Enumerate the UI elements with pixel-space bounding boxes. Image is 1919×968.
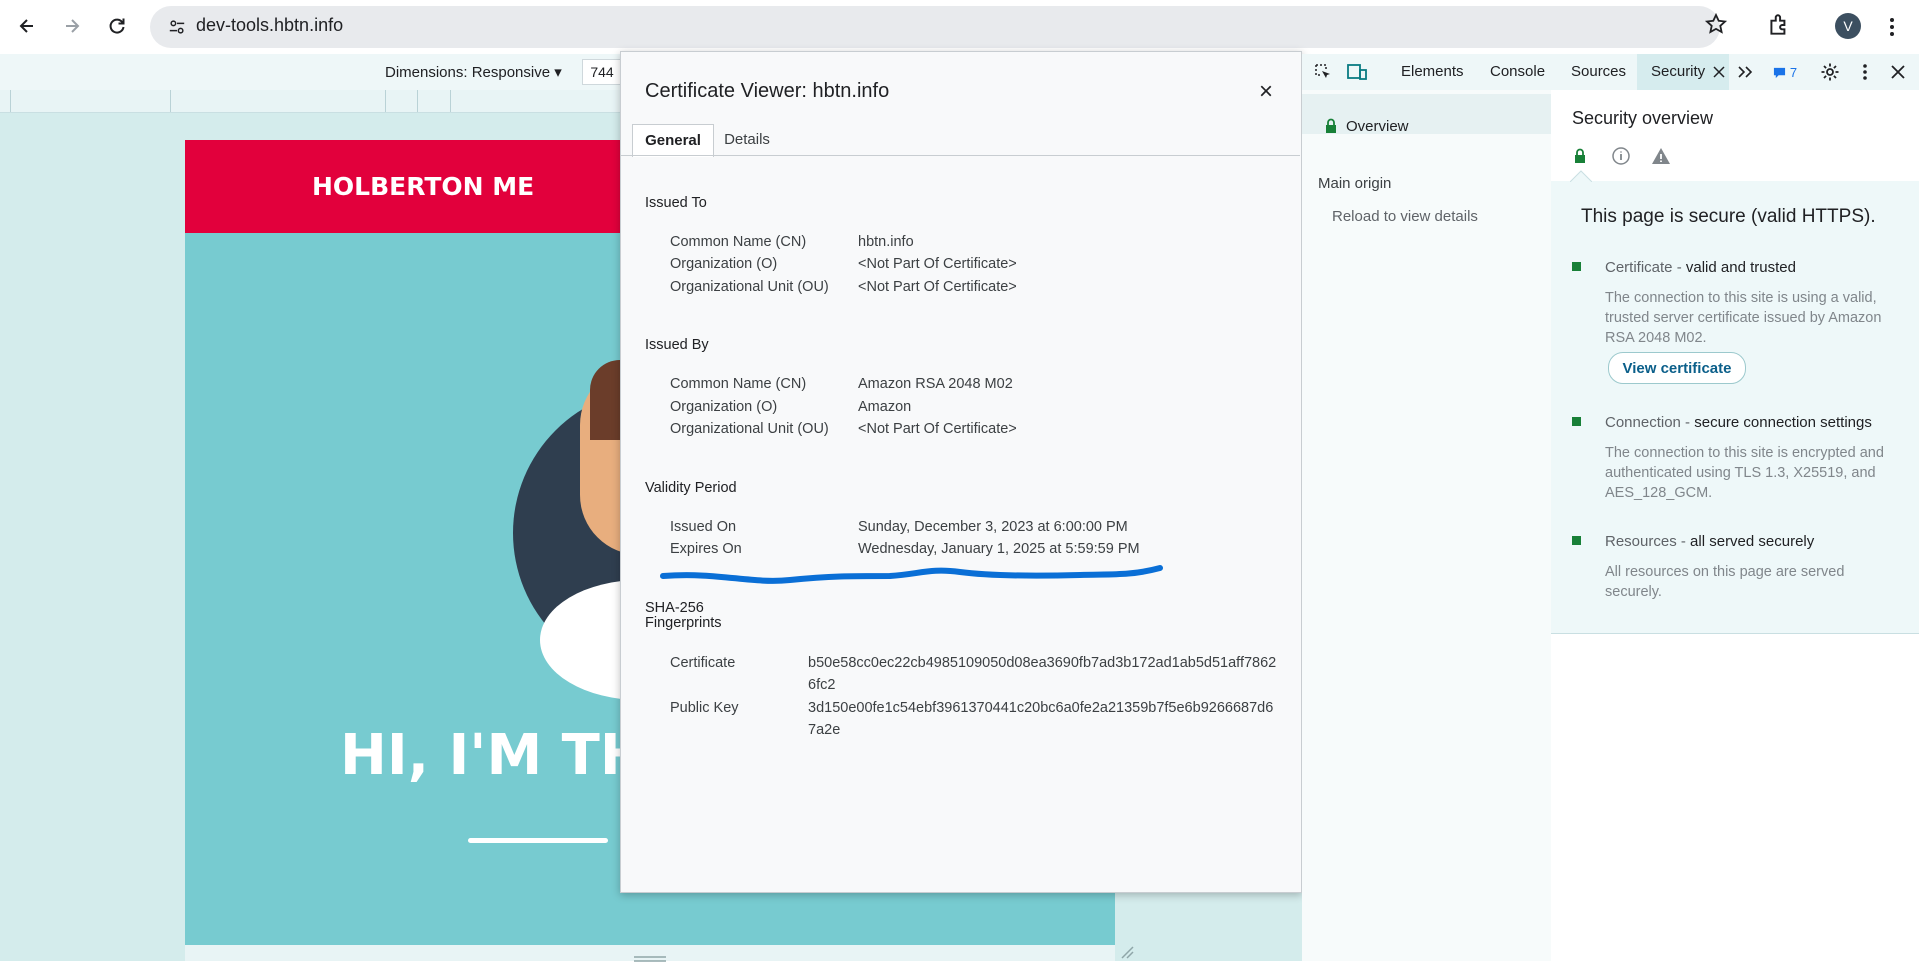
tab-general[interactable]: General: [632, 124, 714, 157]
browser-menu-icon[interactable]: [1882, 12, 1902, 42]
tab-security[interactable]: Security: [1651, 63, 1705, 80]
field-label: Organizational Unit (OU): [670, 279, 829, 295]
certificate-status-desc: The connection to this site is using a v…: [1605, 290, 1882, 346]
dimensions-dropdown[interactable]: Dimensions: Responsive ▾: [385, 63, 562, 81]
field-value: hbtn.info: [858, 234, 914, 250]
issued-by-heading: Issued By: [645, 337, 709, 353]
settings-gear-icon[interactable]: [1818, 60, 1842, 84]
warning-icon: [1651, 146, 1671, 166]
item-status: secure connection settings: [1694, 414, 1872, 431]
tab-console[interactable]: Console: [1490, 63, 1545, 80]
address-bar[interactable]: [150, 6, 1720, 48]
close-devtools-icon[interactable]: [1886, 60, 1910, 84]
status-bullet: [1572, 417, 1581, 426]
main-origin-heading: Main origin: [1318, 175, 1392, 192]
field-value: Wednesday, January 1, 2025 at 5:59:59 PM: [858, 541, 1140, 557]
ruler-segment[interactable]: [417, 90, 418, 112]
fingerprints-heading-line2: Fingerprints: [645, 615, 722, 631]
close-icon[interactable]: ×: [1252, 78, 1280, 106]
handdrawn-underline-annotation: [660, 565, 1163, 584]
tab-details[interactable]: Details: [714, 124, 780, 156]
dialog-title: Certificate Viewer: hbtn.info: [645, 80, 890, 102]
reload-hint: Reload to view details: [1332, 208, 1478, 225]
field-label: Issued On: [670, 519, 737, 535]
item-status: valid and trusted: [1685, 259, 1796, 276]
field-value: <Not Part Of Certificate>: [858, 421, 1017, 437]
issued-to-heading: Issued To: [645, 195, 707, 211]
fingerprints-heading: SHA-256 Fingerprints: [645, 601, 722, 631]
lock-icon: [1325, 118, 1337, 134]
tab-sources[interactable]: Sources: [1571, 63, 1626, 80]
hero-headline: HI, I'M THI: [340, 723, 668, 788]
item-title: Resources: [1605, 533, 1677, 550]
url-text[interactable]: dev-tools.hbtn.info: [196, 15, 343, 36]
secure-lock-icon: [1574, 148, 1586, 164]
issues-icon: [1773, 67, 1785, 78]
close-tab-icon[interactable]: [1707, 60, 1731, 84]
fingerprints-heading-line1: SHA-256: [645, 600, 704, 616]
fingerprint-value: b50e58cc0ec22cb4985109050d08ea3690fb7ad3…: [808, 655, 1277, 693]
item-title: Connection: [1605, 414, 1681, 431]
field-value: <Not Part Of Certificate>: [858, 256, 1017, 272]
item-title: Certificate: [1605, 259, 1673, 276]
site-brand[interactable]: HOLBERTON ME: [312, 172, 534, 201]
resources-status-desc: All resources on this page are served se…: [1605, 564, 1845, 600]
forward-icon[interactable]: [54, 8, 90, 44]
field-value: Amazon RSA 2048 M02: [858, 376, 1013, 392]
connection-status-title: Connection - secure connection settings: [1605, 414, 1872, 431]
width-input[interactable]: 744: [582, 59, 622, 85]
tab-divider: [620, 155, 1300, 156]
corner-resize-icon[interactable]: [1120, 945, 1134, 959]
status-bullet: [1572, 536, 1581, 545]
field-label: Organizational Unit (OU): [670, 421, 829, 437]
tab-elements[interactable]: Elements: [1401, 63, 1464, 80]
field-label: Organization (O): [670, 399, 778, 415]
hero-divider: [468, 838, 608, 843]
fingerprint-value: 3d150e00fe1c54ebf3961370441c20bc6a0fe2a2…: [808, 700, 1274, 738]
status-bullet: [1572, 262, 1581, 271]
info-icon: [1611, 146, 1631, 166]
site-info-icon[interactable]: [163, 13, 191, 41]
summary-pointer: [1570, 170, 1592, 182]
ruler-segment[interactable]: [385, 90, 386, 112]
field-label: Public Key: [670, 700, 739, 716]
bookmark-star-icon[interactable]: [1704, 12, 1732, 40]
ruler-segment[interactable]: [10, 90, 11, 112]
field-label: Common Name (CN): [670, 376, 807, 392]
extensions-icon[interactable]: [1766, 12, 1796, 42]
field-label: Certificate: [670, 655, 736, 671]
field-label: Expires On: [670, 541, 742, 557]
resize-handle-icon[interactable]: [634, 950, 666, 962]
sidebar-item-overview[interactable]: Overview: [1346, 118, 1409, 135]
sidebar-item-overview-bg[interactable]: [1302, 94, 1551, 134]
field-label: Common Name (CN): [670, 234, 807, 250]
view-certificate-button[interactable]: View certificate: [1608, 352, 1746, 384]
inspect-element-icon[interactable]: [1311, 60, 1335, 84]
ruler-segment[interactable]: [450, 90, 451, 112]
secure-status-text: This page is secure (valid HTTPS).: [1581, 206, 1876, 227]
connection-status-desc: The connection to this site is encrypted…: [1605, 445, 1884, 501]
field-label: Organization (O): [670, 256, 778, 272]
issues-count: 7: [1789, 64, 1798, 80]
profile-avatar[interactable]: V: [1835, 13, 1861, 39]
reload-icon[interactable]: [99, 8, 135, 44]
issues-badge[interactable]: 7: [1765, 60, 1805, 84]
back-icon[interactable]: [9, 8, 45, 44]
item-status: all served securely: [1690, 533, 1815, 550]
devtools-menu-icon[interactable]: [1853, 60, 1877, 84]
device-toggle-icon[interactable]: [1345, 60, 1369, 84]
more-tabs-icon[interactable]: [1733, 60, 1757, 84]
certificate-status-title: Certificate - valid and trusted: [1605, 259, 1796, 276]
certificate-viewer-dialog: [620, 51, 1302, 893]
field-value: <Not Part Of Certificate>: [858, 279, 1017, 295]
field-value: Sunday, December 3, 2023 at 6:00:00 PM: [858, 519, 1128, 535]
validity-heading: Validity Period: [645, 480, 737, 496]
field-value: Amazon: [858, 399, 912, 415]
ruler-segment[interactable]: [170, 90, 171, 112]
security-overview-title: Security overview: [1572, 108, 1714, 128]
resources-status-title: Resources - all served securely: [1605, 533, 1815, 550]
